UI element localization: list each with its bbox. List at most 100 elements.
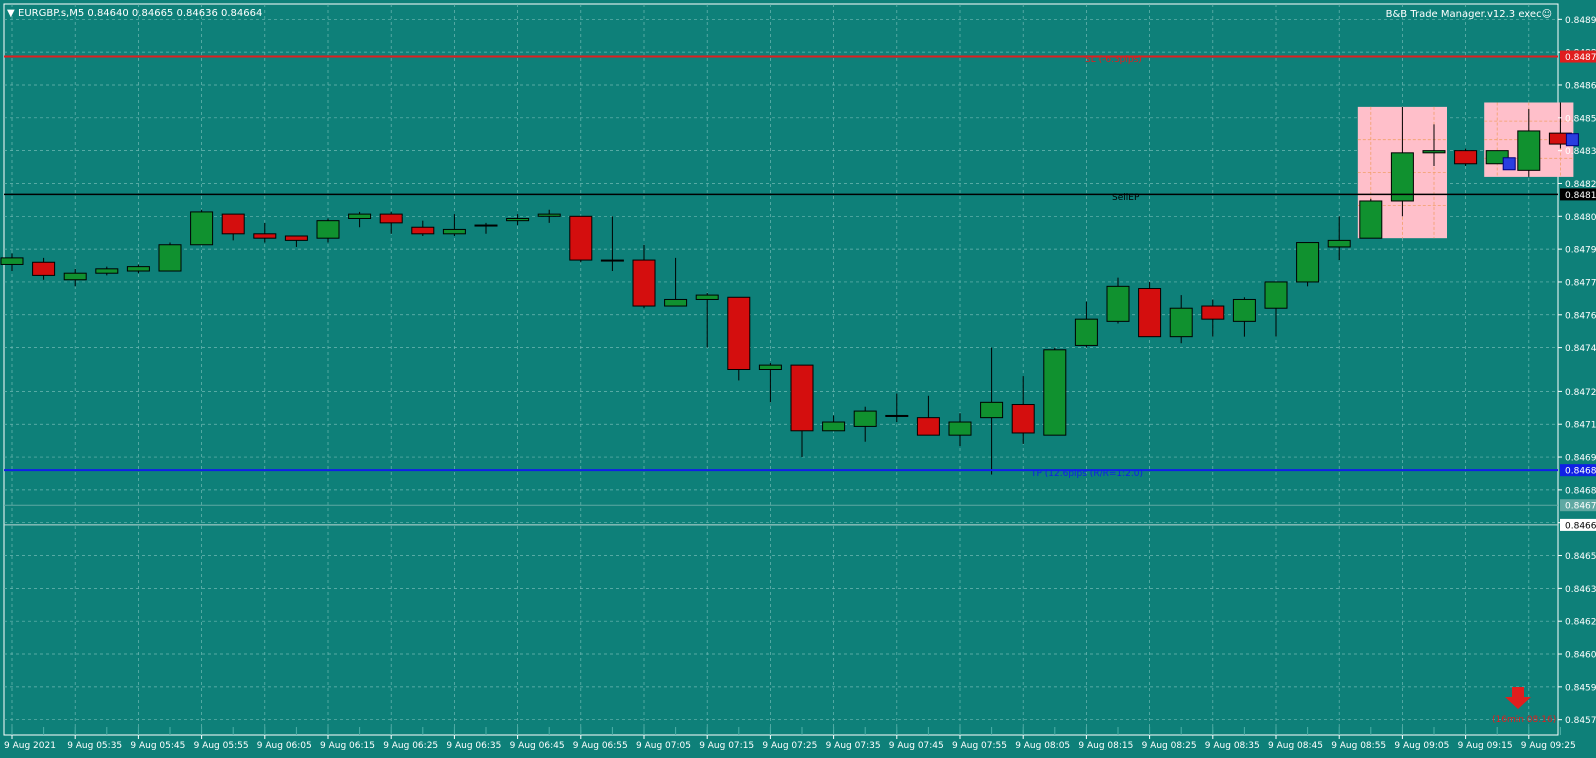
x-tick-label: 9 Aug 08:05 (1015, 741, 1070, 751)
pattern-zones (1357, 102, 1574, 239)
candle-bear (632, 259, 656, 307)
ask-price-badge-label: 0.84673 (1565, 502, 1596, 512)
candle-bull (853, 410, 877, 427)
trade-marker (1502, 157, 1516, 171)
candle-bear (284, 235, 308, 241)
bid-price-badge-label: 0.84664 (1565, 521, 1596, 531)
candle-bull (1106, 285, 1130, 322)
candle-bull (600, 259, 624, 262)
time-axis: 9 Aug 2021 9 Aug 05:35 9 Aug 05:45 9 Aug 05… (4, 735, 1576, 751)
x-tick-label: 9 Aug 09:05 (1394, 741, 1449, 751)
candles (0, 102, 1579, 475)
y-tick-label: 0.84850 (1565, 114, 1596, 124)
candle-bear (1138, 288, 1162, 338)
y-tick-label: 0.84895 (1565, 16, 1596, 26)
y-tick-label: 0.84760 (1565, 311, 1596, 321)
candle-bull (1043, 349, 1067, 436)
sell-arrow-icon (1505, 687, 1531, 709)
x-tick-label: 9 Aug 09:15 (1458, 741, 1513, 751)
candle-bull (1074, 318, 1098, 346)
candle-bear (253, 233, 277, 239)
chart-window[interactable]: 0.848950.848800.848650.848500.848350.848… (0, 0, 1596, 754)
candle-bull (126, 266, 150, 272)
y-tick-label: 0.84725 (1565, 388, 1596, 398)
x-tick-label: 9 Aug 06:05 (257, 741, 312, 751)
symbol-info: EURGBP.s,M5 0.84640 0.84665 0.84636 0.84… (18, 8, 262, 19)
candle-bull (1359, 200, 1383, 239)
candle-bear (1201, 305, 1225, 320)
candle-bull (695, 294, 719, 300)
candle-bull (758, 364, 782, 370)
x-tick-label: 9 Aug 07:05 (636, 741, 691, 751)
y-tick-label: 0.84680 (1565, 486, 1596, 496)
candle-bull (442, 228, 466, 235)
x-tick-label: 9 Aug 06:45 (510, 741, 565, 751)
y-tick-label: 0.84650 (1565, 552, 1596, 562)
candle-bull (822, 421, 846, 432)
candle-bull (63, 272, 87, 281)
candle-bear (727, 296, 751, 370)
candle-bull (1232, 298, 1256, 322)
entry-line-label: SellEP (1112, 193, 1140, 203)
candle-bear (221, 213, 245, 235)
candle-bull (948, 421, 972, 436)
x-tick-label: 9 Aug 08:15 (1078, 741, 1133, 751)
candle-bull (1296, 242, 1320, 283)
x-tick-label: 9 Aug 05:35 (67, 741, 122, 751)
y-tick-label: 0.84710 (1565, 421, 1596, 431)
x-tick-label: 9 Aug 06:35 (446, 741, 501, 751)
x-tick-label: 9 Aug 06:15 (320, 741, 375, 751)
candle-bear (916, 417, 940, 436)
candlestick-chart[interactable]: 0.848950.848800.848650.848500.848350.848… (0, 0, 1596, 754)
candle-bear (790, 364, 814, 432)
x-tick-label: 9 Aug 05:45 (130, 741, 185, 751)
candle-bull (190, 211, 214, 246)
candle-bull (664, 298, 688, 307)
x-tick-label: 9 Aug 07:55 (952, 741, 1007, 751)
x-tick-label: 9 Aug 08:45 (1268, 741, 1323, 751)
x-tick-label: 9 Aug 08:25 (1142, 741, 1197, 751)
candle-bull (0, 257, 24, 265)
y-tick-label: 0.84805 (1565, 213, 1596, 223)
y-tick-label: 0.84620 (1565, 618, 1596, 628)
candle-bull (348, 213, 372, 219)
candle-bear (1454, 150, 1478, 165)
candle-bear (32, 261, 56, 276)
candle-bear (569, 215, 593, 261)
sl-price-badge-label: 0.84878 (1565, 53, 1596, 63)
candle-bull (506, 217, 530, 222)
candle-bull (1422, 150, 1446, 154)
candle-bull (980, 401, 1004, 419)
y-tick-label: 0.84695 (1565, 454, 1596, 464)
x-tick-label: 9 Aug 07:25 (762, 741, 817, 751)
x-tick-label: 9 Aug 07:15 (699, 741, 754, 751)
x-tick-label: 9 Aug 05:55 (194, 741, 249, 751)
trade-marker (1565, 133, 1579, 147)
trade-lines[interactable] (4, 55, 1558, 526)
y-tick-label: 0.84605 (1565, 651, 1596, 661)
x-tick-label: 9 Aug 07:45 (889, 741, 944, 751)
candle-bull (1169, 307, 1193, 338)
y-tick-label: 0.84575 (1565, 716, 1596, 726)
candle-bear (1011, 404, 1035, 434)
candle-bull (474, 224, 498, 227)
candle-bull (885, 414, 909, 417)
dropdown-triangle-icon[interactable]: ▼ (7, 8, 15, 19)
x-tick-label: 9 Aug 08:55 (1331, 741, 1386, 751)
candle-bear (379, 213, 403, 224)
candle-bull (316, 220, 340, 239)
y-tick-label: 0.84590 (1565, 683, 1596, 693)
x-tick-label: 9 Aug 06:25 (383, 741, 438, 751)
ea-label: B&B Trade Manager.v12.3 exec☺ (1386, 9, 1552, 20)
grid (3, 3, 1561, 736)
sl-line-label: SL (-6.3pips) (1085, 55, 1142, 65)
entry-price-badge-label: 0.84815 (1565, 191, 1596, 201)
y-tick-label: 0.84635 (1565, 585, 1596, 595)
candle-bull (95, 268, 119, 274)
candle-bear (411, 226, 435, 235)
x-tick-label: 9 Aug 2021 (4, 741, 56, 751)
candle-bull (158, 244, 182, 272)
timer-label: (16min 08:16) (1492, 715, 1556, 725)
y-tick-label: 0.84865 (1565, 81, 1596, 91)
x-tick-label: 9 Aug 08:35 (1205, 741, 1260, 751)
